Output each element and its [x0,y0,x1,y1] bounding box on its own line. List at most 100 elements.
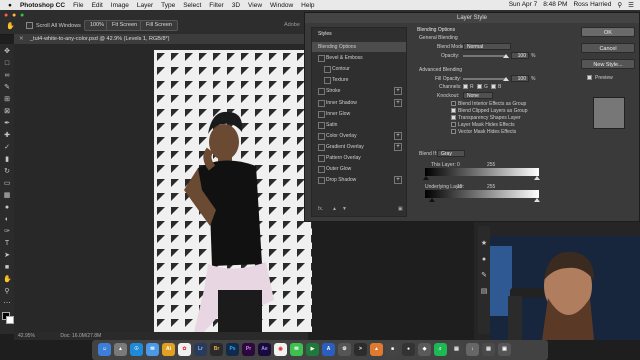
menu-file[interactable]: File [73,2,83,9]
style-item[interactable]: Texture [312,75,406,85]
document-photo[interactable] [154,50,312,332]
dodge-tool-icon[interactable]: ◐ [3,216,11,224]
blend-mode-select[interactable]: Normal [463,43,511,50]
lightroom-icon[interactable]: Lr [194,343,207,356]
opacity-slider[interactable] [463,55,507,57]
menu-select[interactable]: Select [183,2,201,9]
properties-icon[interactable]: ✎ [480,272,488,280]
fill-opacity-input[interactable]: 100 [511,75,529,82]
zoom-window-icon[interactable]: ● [20,12,24,19]
style-item[interactable]: Inner Glow [312,109,406,119]
channel-g-checkbox[interactable] [477,84,482,89]
add-style-icon[interactable]: + [394,131,402,140]
chrome-icon[interactable]: ◉ [274,343,287,356]
safari-icon[interactable]: ☉ [130,343,143,356]
add-style-icon[interactable]: + [394,142,402,151]
terminal-icon[interactable]: > [354,343,367,356]
quick-select-tool-icon[interactable]: ✎ [3,84,11,92]
clone-stamp-tool-icon[interactable]: ▮ [3,156,11,164]
crop-tool-icon[interactable]: ⊞ [3,96,11,104]
eyedropper-tool-icon[interactable]: ✒ [3,120,11,128]
channel-b-checkbox[interactable] [491,84,496,89]
style-checkbox[interactable] [318,132,325,140]
type-tool-icon[interactable]: T [3,240,11,248]
frame-tool-icon[interactable]: ⊠ [3,108,11,116]
channel-r-checkbox[interactable] [463,84,468,89]
photos-icon[interactable]: ✿ [178,343,191,356]
messages-icon[interactable]: ✉ [290,343,303,356]
style-item[interactable]: Drop Shadow + [312,175,406,185]
style-checkbox[interactable] [318,166,325,174]
knockout-select[interactable]: None [463,92,493,99]
after-effects-icon[interactable]: Ae [258,343,271,356]
fill-opacity-slider-knob[interactable] [503,77,509,81]
libraries-icon[interactable]: ★ [480,240,488,248]
advanced-option-checkbox[interactable] [451,122,456,127]
gradient-tool-icon[interactable]: ▦ [3,192,11,200]
facetime-icon[interactable]: ▶ [306,343,319,356]
healing-brush-tool-icon[interactable]: ✚ [3,132,11,140]
lasso-tool-icon[interactable]: ∞ [3,72,11,80]
folder-icon[interactable]: ▤ [450,343,463,356]
style-checkbox[interactable] [318,155,325,162]
trash-icon[interactable]: ▣ [398,206,403,212]
history-brush-tool-icon[interactable]: ↻ [3,168,11,176]
advanced-option-checkbox[interactable] [451,129,456,134]
add-style-icon[interactable]: + [394,176,402,185]
minimize-window-icon[interactable]: ● [12,12,16,19]
style-checkbox[interactable] [318,55,325,63]
zoom-tool-icon[interactable]: ⚲ [3,288,11,296]
document-icon[interactable]: ▤ [482,343,495,356]
this-layer-gradient[interactable] [425,168,539,176]
menubar-date[interactable]: Sun Apr 7 [509,1,538,9]
background-color-swatch[interactable] [6,316,14,324]
style-item[interactable]: Gradient Overlay + [312,142,406,152]
layers-icon[interactable]: ▤ [480,288,488,296]
style-checkbox[interactable] [318,143,325,151]
style-item[interactable]: Blending Options [312,42,406,52]
path-select-tool-icon[interactable]: ➤ [3,252,11,260]
style-checkbox[interactable] [318,121,325,129]
utility-icon[interactable]: ◆ [418,343,431,356]
advanced-option-checkbox[interactable] [451,101,456,106]
illustrator-icon[interactable]: Ai [162,343,175,356]
add-style-icon[interactable]: + [394,87,402,96]
photoshop-icon[interactable]: Ps [226,343,239,356]
move-tool-icon[interactable]: ✥ [3,48,11,56]
style-checkbox[interactable] [324,77,331,85]
marquee-tool-icon[interactable]: □ [3,60,11,68]
style-checkbox[interactable] [318,88,325,96]
menu-help[interactable]: Help [301,2,314,9]
new-style-button[interactable]: New Style... [581,59,635,69]
status-zoom[interactable]: 42.95% [18,333,35,339]
style-checkbox[interactable] [318,110,325,118]
apple-menu-icon[interactable]: ● [8,2,12,9]
trash-dock-icon[interactable]: ▣ [498,343,511,356]
advanced-option-checkbox[interactable] [451,115,456,120]
underlying-black-knob[interactable] [429,198,435,202]
rectangle-tool-icon[interactable]: ■ [3,264,11,272]
pen-tool-icon[interactable]: ✑ [3,228,11,236]
move-down-icon[interactable]: ▼ [342,206,347,212]
app-icon[interactable]: ■ [386,343,399,356]
document-tab[interactable]: ✕ _tut4-white-to-any-color.psd @ 42.9% (… [14,34,304,44]
opacity-slider-knob[interactable] [503,54,509,58]
fill-opacity-slider[interactable] [463,78,507,80]
blur-tool-icon[interactable]: ● [3,204,11,212]
mail-icon[interactable]: ✉ [146,343,159,356]
style-item[interactable]: Contour [312,64,406,74]
ok-button[interactable]: OK [581,27,635,37]
obs-icon[interactable]: ● [402,343,415,356]
scroll-all-windows-checkbox[interactable]: Scroll All Windows [26,22,81,29]
brush-tool-icon[interactable]: ✓ [3,144,11,152]
bridge-icon[interactable]: Br [210,343,223,356]
style-item[interactable]: Inner Shadow + [312,98,406,108]
status-doc-size[interactable]: Doc: 16.0M/27.8M [60,333,101,339]
fx-menu-icon[interactable]: fx. [318,206,323,212]
search-icon[interactable]: ⚲ [617,1,622,9]
close-tab-icon[interactable]: ✕ [19,34,24,44]
add-style-icon[interactable]: + [394,98,402,107]
color-icon[interactable]: ● [480,256,488,264]
menubar-time[interactable]: 8:48 PM [543,1,567,9]
this-layer-white-knob[interactable] [534,176,540,180]
